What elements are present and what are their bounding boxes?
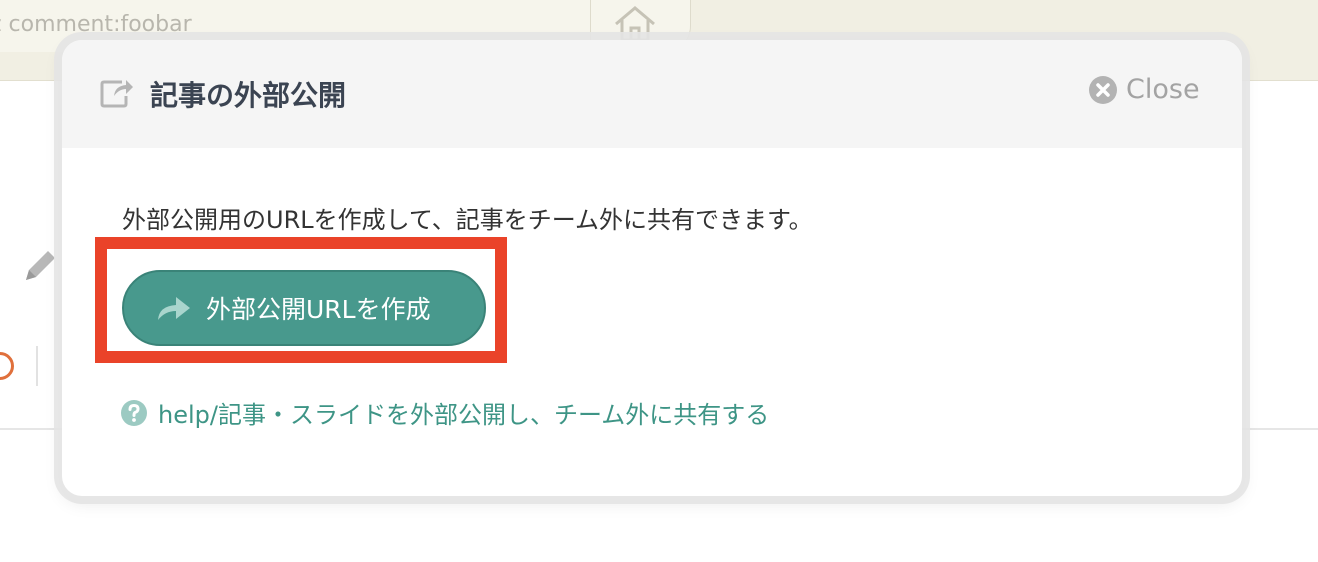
background-divider xyxy=(36,346,38,386)
modal-header: 記事の外部公開 Close xyxy=(62,40,1242,148)
times-circle-icon xyxy=(1089,75,1117,104)
create-public-url-button[interactable]: 外部公開URLを作成 xyxy=(122,270,486,346)
close-button[interactable]: Close xyxy=(1088,74,1200,105)
help-link-label: help/記事・スライドを外部公開し、チーム外に共有する xyxy=(158,401,770,429)
question-circle-icon xyxy=(121,399,147,426)
close-label: Close xyxy=(1126,74,1200,105)
share-square-icon xyxy=(100,80,133,108)
pencil-icon[interactable] xyxy=(20,246,60,286)
share-modal: 記事の外部公開 Close 外部公開用のURLを作成して、記事をチーム外に共有で… xyxy=(62,40,1242,496)
share-arrow-icon xyxy=(158,297,190,320)
background-search-text: z comment:foobar xyxy=(0,12,192,37)
background-status-icon xyxy=(0,352,14,380)
modal-description: 外部公開用のURLを作成して、記事をチーム外に共有できます。 xyxy=(122,206,813,234)
create-button-label: 外部公開URLを作成 xyxy=(206,295,431,324)
help-link[interactable]: help/記事・スライドを外部公開し、チーム外に共有する xyxy=(120,395,769,430)
modal-title: 記事の外部公開 xyxy=(150,79,347,112)
home-icon[interactable] xyxy=(612,4,658,44)
